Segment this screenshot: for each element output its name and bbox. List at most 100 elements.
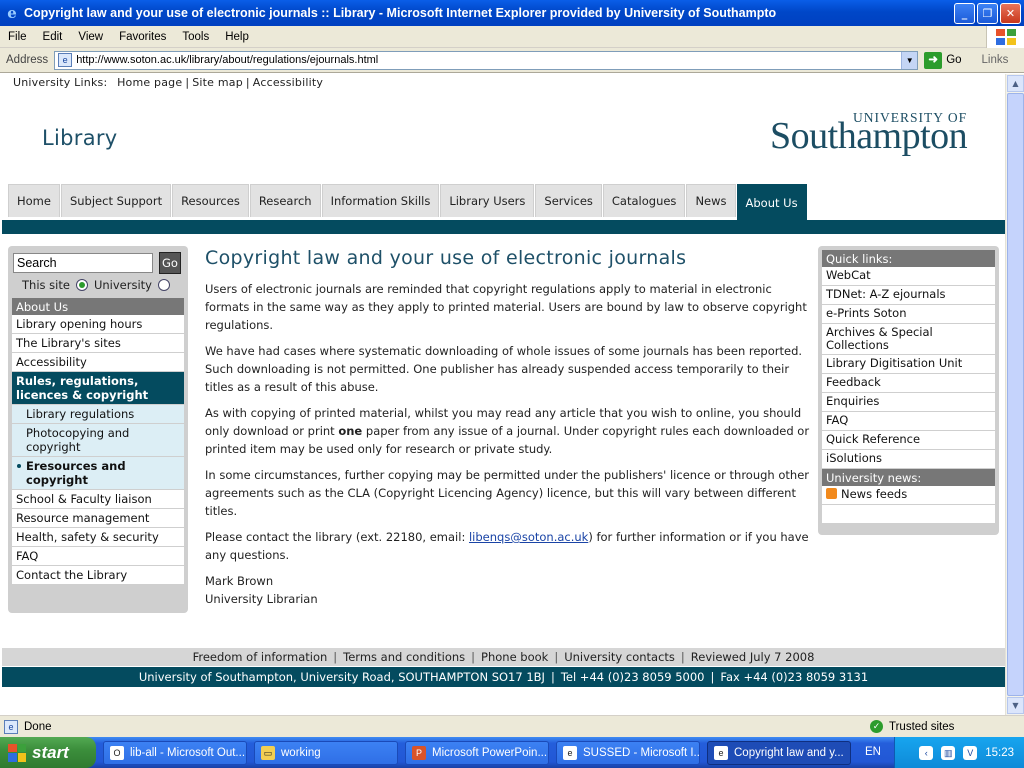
- quick-link[interactable]: FAQ: [822, 412, 995, 431]
- left-nav-item[interactable]: Accessibility: [12, 353, 184, 372]
- menu-view[interactable]: View: [70, 31, 111, 43]
- quick-link[interactable]: Archives & Special Collections: [822, 324, 995, 355]
- left-nav-subitem-current[interactable]: Eresources and copyright: [12, 457, 184, 490]
- search-input[interactable]: [13, 253, 153, 273]
- taskbar-button-powerpoint[interactable]: P Microsoft PowerPoin...: [405, 740, 549, 765]
- minimize-button[interactable]: _: [954, 3, 975, 24]
- left-nav-item-current[interactable]: Rules, regulations, licences & copyright: [12, 372, 184, 405]
- page-status-icon: e: [4, 719, 18, 734]
- zone-label: Trusted sites: [889, 720, 955, 733]
- home-page-link[interactable]: Home page: [114, 76, 185, 89]
- left-nav-item[interactable]: Resource management: [12, 509, 184, 528]
- folder-icon: ▭: [261, 745, 275, 760]
- left-nav-item[interactable]: Health, safety & security: [12, 528, 184, 547]
- tab-about-us[interactable]: About Us: [736, 184, 807, 220]
- quick-link[interactable]: WebCat: [822, 267, 995, 286]
- quick-links-heading: Quick links:: [822, 250, 995, 267]
- email-link[interactable]: libenqs@soton.ac.uk: [469, 530, 588, 544]
- scroll-down-icon[interactable]: ▼: [1007, 697, 1024, 714]
- paragraph: Users of electronic journals are reminde…: [205, 282, 807, 332]
- start-button[interactable]: start: [0, 737, 96, 768]
- tab-home[interactable]: Home: [8, 184, 60, 217]
- tab-catalogues[interactable]: Catalogues: [602, 184, 686, 217]
- footer-link[interactable]: Freedom of information: [193, 650, 328, 664]
- taskbar-button-outlook[interactable]: Olib-all - Microsoft Out...: [103, 740, 247, 765]
- quick-link[interactable]: Feedback: [822, 374, 995, 393]
- language-indicator[interactable]: EN: [865, 746, 881, 758]
- left-nav-item[interactable]: Library opening hours: [12, 315, 184, 334]
- site-title[interactable]: Library: [42, 126, 118, 150]
- quick-link[interactable]: Library Digitisation Unit: [822, 355, 995, 374]
- scope-this-site-radio[interactable]: [75, 279, 88, 291]
- tab-subject-support[interactable]: Subject Support: [60, 184, 172, 217]
- menu-file[interactable]: File: [0, 31, 35, 43]
- search-go-button[interactable]: Go: [159, 252, 181, 274]
- menu-help[interactable]: Help: [217, 31, 257, 43]
- close-button[interactable]: ✕: [1000, 3, 1021, 24]
- address-dropdown-icon[interactable]: ▼: [901, 51, 918, 69]
- left-nav-item[interactable]: School & Faculty liaison: [12, 490, 184, 509]
- university-links-label: University Links:: [13, 76, 108, 89]
- taskbar-button-label: working: [281, 746, 321, 759]
- scroll-up-icon[interactable]: ▲: [1007, 75, 1024, 92]
- tab-resources[interactable]: Resources: [172, 184, 249, 217]
- tray-arrow-icon[interactable]: ‹: [919, 745, 934, 760]
- tab-library-users[interactable]: Library Users: [440, 184, 535, 217]
- tab-information-skills[interactable]: Information Skills: [321, 184, 440, 217]
- powerpoint-icon: P: [412, 745, 426, 760]
- taskbar-button-copyright[interactable]: e Copyright law and y...: [707, 740, 851, 765]
- accessibility-link[interactable]: Accessibility: [250, 76, 326, 89]
- system-tray: EN ‹ ▥ V 15:23: [865, 737, 1024, 768]
- quick-link[interactable]: e-Prints Soton: [822, 305, 995, 324]
- left-nav-item[interactable]: FAQ: [12, 547, 184, 566]
- quick-links-list: WebCat TDNet: A-Z ejournals e-Prints Sot…: [822, 267, 995, 469]
- tab-research[interactable]: Research: [249, 184, 321, 217]
- internet-explorer-icon: e: [7, 4, 17, 22]
- taskbar-button-label: Microsoft PowerPoin...: [432, 746, 548, 759]
- news-feeds-link[interactable]: News feeds: [822, 486, 995, 505]
- quick-link[interactable]: Quick Reference: [822, 431, 995, 450]
- logo-line2: Southampton: [770, 115, 968, 157]
- go-button[interactable]: ➜ Go: [924, 51, 962, 69]
- vertical-scrollbar[interactable]: ▲ ▼: [1005, 74, 1024, 715]
- tab-news[interactable]: News: [686, 184, 736, 217]
- footer-link[interactable]: University contacts: [564, 650, 675, 664]
- menu-favorites[interactable]: Favorites: [111, 31, 174, 43]
- left-nav-item[interactable]: The Library's sites: [12, 334, 184, 353]
- outlook-icon: O: [110, 745, 124, 760]
- taskbar-button-sussed[interactable]: e SUSSED - Microsoft I...: [556, 740, 700, 765]
- quick-link[interactable]: Enquiries: [822, 393, 995, 412]
- left-nav-item[interactable]: Contact the Library: [12, 566, 184, 585]
- left-nav-heading[interactable]: About Us: [12, 298, 184, 315]
- menu-edit[interactable]: Edit: [35, 31, 71, 43]
- quick-link[interactable]: TDNet: A-Z ejournals: [822, 286, 995, 305]
- search-form: Go: [13, 252, 184, 274]
- address-input[interactable]: e http://www.soton.ac.uk/library/about/r…: [54, 50, 919, 70]
- footer-link[interactable]: Terms and conditions: [343, 650, 465, 664]
- links-toolbar[interactable]: Links: [982, 54, 1009, 66]
- tab-services[interactable]: Services: [535, 184, 602, 217]
- page-viewport: University Links: Home page | Site map | Acc…: [0, 74, 1005, 715]
- left-nav-subitem[interactable]: Library regulations: [12, 405, 184, 424]
- start-label: start: [32, 742, 69, 762]
- address-url: http://www.soton.ac.uk/library/about/reg…: [76, 54, 379, 66]
- menu-tools[interactable]: Tools: [174, 31, 217, 43]
- news-feeds-label: News feeds: [841, 487, 908, 501]
- left-nav-subitem[interactable]: Photocopying and copyright: [12, 424, 184, 457]
- maximize-button[interactable]: ❐: [977, 3, 998, 24]
- footer-reviewed: Reviewed July 7 2008: [690, 650, 815, 664]
- internet-explorer-icon: e: [563, 745, 577, 760]
- taskbar-button-folder[interactable]: ▭ working: [254, 740, 398, 765]
- tray-vc-icon[interactable]: V: [963, 745, 978, 760]
- trusted-sites-icon: ✓: [870, 720, 883, 733]
- scope-university-radio[interactable]: [157, 279, 170, 291]
- site-map-link[interactable]: Site map: [189, 76, 246, 89]
- quick-link[interactable]: iSolutions: [822, 450, 995, 469]
- security-zone[interactable]: ✓ Trusted sites: [870, 720, 954, 733]
- window-title-bar[interactable]: e Copyright law and your use of electron…: [0, 0, 1024, 26]
- internet-explorer-icon: e: [714, 745, 728, 760]
- scroll-thumb[interactable]: [1007, 93, 1024, 696]
- tray-app-icon[interactable]: ▥: [941, 745, 956, 760]
- footer-link[interactable]: Phone book: [481, 650, 548, 664]
- windows-flag-icon: [8, 743, 26, 762]
